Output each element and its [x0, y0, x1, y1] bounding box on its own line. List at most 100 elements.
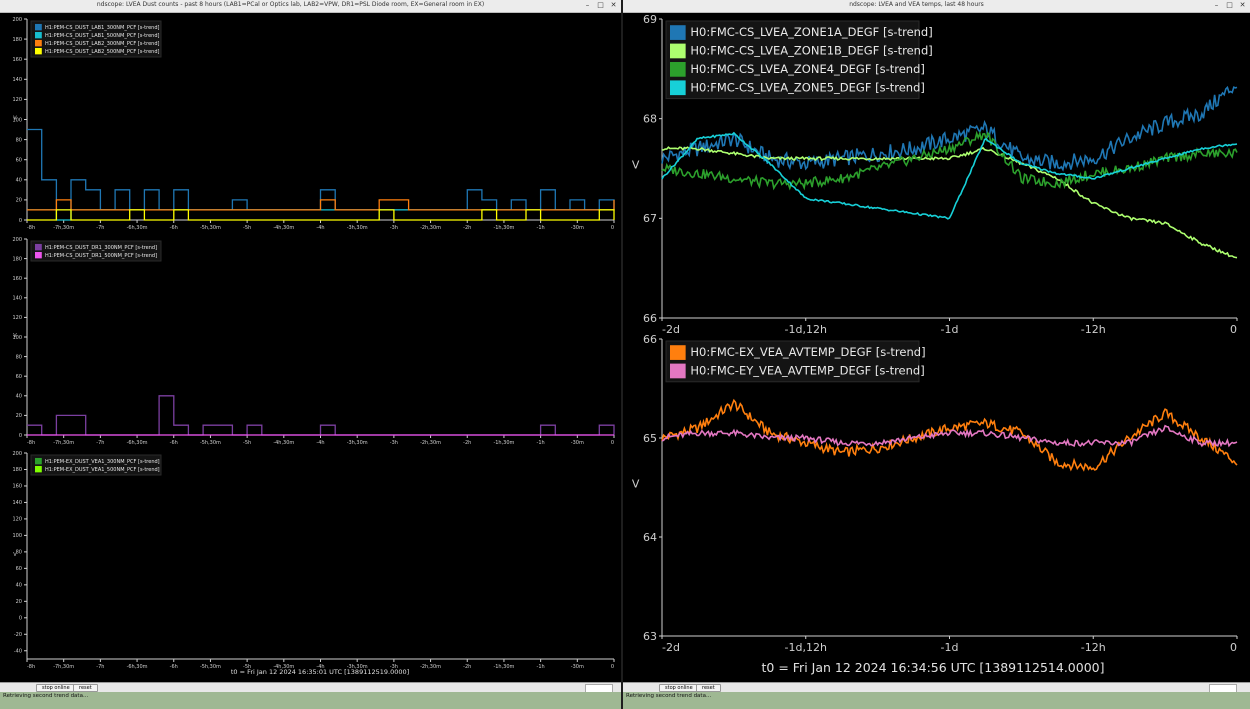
left-panel-2-x-tick-label: -6h — [170, 440, 178, 446]
right-panel-2-x-tick-label: -2d — [662, 641, 680, 654]
left-ndscope-window: ndscope: LVEA Dust counts - past 8 hours… — [0, 0, 621, 709]
right-panel-1-panel: 66 67 68 69 -2d -1d,12h -1d -12h 0 V H0:FMC-CS_LVE… — [632, 13, 1238, 336]
left-panel-1-series-line-1 — [27, 128, 615, 211]
right-panel-2-y-tick-label: 65 — [643, 432, 657, 445]
right-ndscope-window: ndscope: LVEA and VEA temps, last 48 hou… — [623, 0, 1250, 709]
left-panel-3-y-tick-label: 60 — [16, 566, 22, 572]
left-panel-1-legend-swatch — [35, 39, 42, 47]
left-panel-3-y-tick-label: 160 — [12, 484, 22, 490]
left-panel-2-x-tick-label: 0 — [611, 440, 614, 446]
left-panel-1-legend-label: H1:PEM-CS_DUST_LAB1_500NM_PCF [s-trend] — [45, 33, 160, 39]
right-panel-2-legend-label: H0:FMC-EY_VEA_AVTEMP_DEGF [s-trend] — [690, 364, 924, 378]
right-panel-1-legend: H0:FMC-CS_LVEA_ZONE1A_DEGF [s-trend] H0:F… — [665, 20, 933, 100]
left-panel-3-legend-swatch — [35, 457, 42, 465]
right-panel-1-legend-label: H0:FMC-CS_LVEA_ZONE1B_DEGF [s-trend] — [690, 44, 932, 58]
left-panel-2-y-tick-label: 20 — [16, 413, 22, 419]
left-panel-1-x-tick-label: 0 — [611, 225, 614, 231]
stop-online-button[interactable]: stop online — [36, 684, 76, 692]
left-panel-1-y-tick-label: 20 — [16, 198, 22, 204]
left-panel-2-y-tick-label: 180 — [12, 256, 22, 262]
right-panel-1-legend-swatch — [670, 80, 686, 96]
left-panel-1-x-tick-label: -6h,30m — [127, 225, 148, 231]
left-panel-2-y-tick-label: 0 — [19, 433, 22, 439]
left-panel-1-legend-swatch — [35, 23, 42, 31]
left-panel-2-legend-swatch — [35, 243, 42, 251]
left-panel-3-x-tick-label: -30m — [571, 664, 584, 670]
left-panel-2-y-tick-label: 60 — [16, 374, 22, 380]
left-panel-3-x-tick-label: -6h — [170, 664, 178, 670]
right-panel-2-legend: H0:FMC-EX_VEA_AVTEMP_DEGF [s-trend] H0:FM… — [665, 340, 926, 383]
close-icon[interactable]: ✕ — [609, 1, 618, 10]
left-panel-3-x-tick-label: -6h,30m — [127, 664, 148, 670]
left-panel-1-y-tick-label: 80 — [16, 137, 22, 143]
left-panel-1-x-tick-label: -7h,30m — [53, 225, 74, 231]
stop-online-button[interactable]: stop online — [659, 684, 699, 692]
right-panel-1-legend-swatch — [670, 25, 686, 40]
right-panel-1-y-tick-label: 68 — [643, 113, 657, 126]
left-panel-2-legend-label: H1:PEM-CS_DUST_DR1_500NM_PCF [s-trend] — [45, 253, 157, 259]
left-panel-3-y-tick-label: 120 — [12, 517, 22, 523]
left-panel-3-y-tick-label: 140 — [12, 500, 22, 506]
left-panel-3-y-axis-label: V — [13, 552, 17, 558]
right-panel-2-y-tick-label: 63 — [643, 630, 657, 643]
left-panel-1-y-axis-label: V — [13, 116, 17, 122]
left-panel-2-x-tick-label: -2h — [463, 440, 471, 446]
right-panel-2-legend-swatch — [670, 345, 686, 360]
left-panel-1-y-tick-label: 120 — [12, 97, 22, 103]
left-panel-3-legend-label: H1:PEM-EX_DUST_VEA1_300NM_PCF [s-trend] — [45, 459, 160, 465]
right-panel-1-x-tick-label: -1d,12h — [785, 323, 827, 336]
right-panel-1-y-axis-label: V — [632, 159, 640, 172]
left-panel-1-x-tick-label: -4h — [316, 225, 324, 231]
minimize-icon[interactable]: – — [583, 1, 592, 10]
left-panel-3-panel: -40-20020406080100120140160180200-8h -7h,… — [12, 451, 615, 670]
left-panel-2-x-tick-label: -7h,30m — [53, 440, 74, 446]
left-panel-2-x-tick-label: -30m — [571, 440, 584, 446]
left-panel-1-x-tick-label: -6h — [170, 225, 178, 231]
left-panel-2-x-tick-label: -6h,30m — [127, 440, 148, 446]
reset-button[interactable]: reset — [696, 684, 721, 692]
left-panel-3-y-tick-label: 200 — [12, 451, 22, 457]
left-plot-area[interactable]: 020406080100120140160180200-8h -7h,30m -7h… — [0, 13, 621, 682]
left-panel-2-x-tick-label: -5h — [243, 440, 251, 446]
right-plot-area[interactable]: 66 67 68 69 -2d -1d,12h -1d -12h 0 V H0:FMC-CS_LVE… — [623, 13, 1250, 682]
left-panel-1-legend-label: H1:PEM-CS_DUST_LAB2_300NM_PCF [s-trend] — [45, 41, 160, 47]
right-window-title: ndscope: LVEA and VEA temps, last 48 hou… — [849, 1, 984, 8]
left-panel-1-x-tick-label: -30m — [571, 225, 584, 231]
right-title-bar[interactable]: ndscope: LVEA and VEA temps, last 48 hou… — [623, 0, 1250, 13]
left-panel-1-y-tick-label: 0 — [19, 218, 22, 224]
right-panel-2-y-axis-label: V — [632, 478, 640, 491]
minimize-icon[interactable]: – — [1212, 1, 1221, 10]
left-panel-1-y-tick-label: 140 — [12, 77, 22, 83]
left-title-bar[interactable]: ndscope: LVEA Dust counts - past 8 hours… — [0, 0, 621, 13]
left-panel-3-y-tick-label: 180 — [12, 467, 22, 473]
right-panel-2-x-tick-label: -1d — [941, 641, 959, 654]
maximize-icon[interactable]: □ — [596, 1, 605, 10]
left-panel-1-legend-label: H1:PEM-CS_DUST_LAB1_300NM_PCF [s-trend] — [45, 25, 160, 31]
right-panel-1-legend-swatch — [670, 62, 686, 77]
left-panel-3-y-tick-label: -40 — [14, 649, 22, 655]
left-panel-3-legend-label: H1:PEM-EX_DUST_VEA1_500NM_PCF [s-trend] — [45, 467, 160, 473]
left-panel-1-series-line-4 — [27, 209, 615, 221]
left-panel-3-y-tick-label: 0 — [19, 616, 22, 622]
maximize-icon[interactable]: □ — [1225, 1, 1234, 10]
reset-button[interactable]: reset — [73, 684, 98, 692]
left-panel-3-legend: H1:PEM-EX_DUST_VEA1_300NM_PCF [s-trend] H… — [30, 454, 162, 476]
left-panel-2-y-axis-label: V — [13, 333, 17, 339]
left-panel-1-y-tick-label: 40 — [16, 178, 22, 184]
left-panel-1-panel: 020406080100120140160180200-8h -7h,30m -7h… — [12, 17, 615, 231]
right-panel-2-panel: 63 64 65 66 -2d -1d,12h -1d -12h 0 V H0:FMC-EX_VEA… — [632, 333, 1238, 654]
left-panel-1-x-tick-label: -8h — [27, 225, 35, 231]
close-icon[interactable]: ✕ — [1238, 1, 1247, 10]
left-panel-1-y-tick-label: 200 — [12, 17, 22, 23]
right-panel-2-y-tick-label: 64 — [643, 531, 657, 544]
left-panel-1-x-tick-label: -4h,30m — [273, 225, 294, 231]
left-panel-3-x-tick-label: -2h — [463, 664, 471, 670]
left-panel-1-x-tick-label: -7h — [96, 225, 104, 231]
left-panel-2-legend-label: H1:PEM-CS_DUST_DR1_300NM_PCF [s-trend] — [45, 245, 157, 251]
right-panel-2-y-tick-label: 66 — [643, 333, 657, 346]
right-panel-2-x-tick-label: -12h — [1081, 641, 1106, 654]
left-panel-1-x-tick-label: -5h — [243, 225, 251, 231]
right-panel-1-x-tick-label: -2d — [662, 323, 680, 336]
left-panel-3-y-tick-label: -20 — [14, 632, 22, 638]
left-panel-2-x-tick-label: -4h,30m — [273, 440, 294, 446]
